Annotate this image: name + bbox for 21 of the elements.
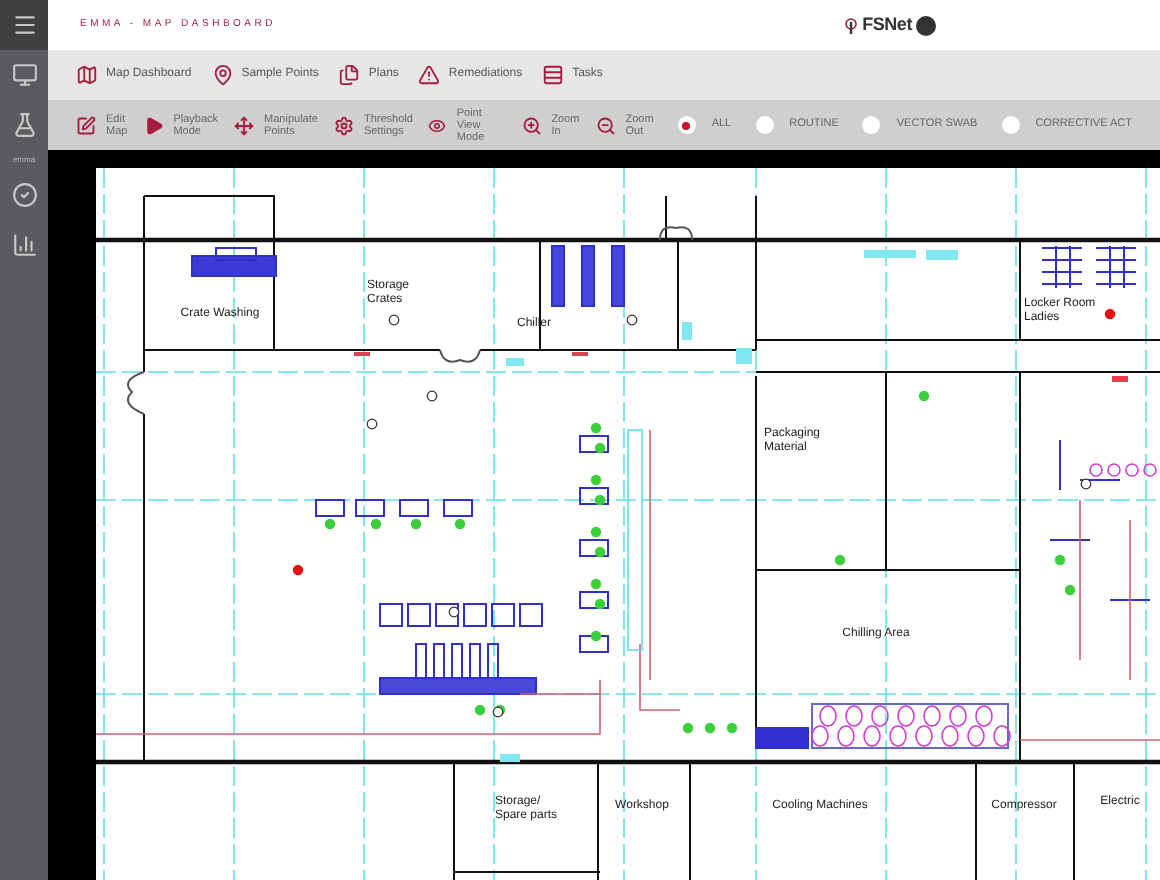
zoom-in-icon <box>521 115 542 135</box>
zoom-out-icon <box>595 115 616 135</box>
list-icon <box>542 64 565 86</box>
move-icon <box>234 115 255 135</box>
edit-icon <box>76 115 96 135</box>
logo-mark-icon <box>844 17 859 33</box>
monitor-icon <box>11 62 37 88</box>
menu-icon <box>11 12 37 38</box>
eye-icon <box>428 115 447 135</box>
map-icon <box>76 64 98 86</box>
flask-icon <box>11 112 37 138</box>
documents-icon <box>338 64 361 86</box>
pin-icon <box>211 64 234 86</box>
logo-badge-icon <box>916 15 936 35</box>
bar-chart-icon <box>11 232 37 258</box>
logo-text: FSNet <box>862 11 912 38</box>
sidebar-button[interactable] <box>0 0 48 50</box>
warning-icon <box>418 64 441 86</box>
settings-icon <box>333 115 354 135</box>
check-circle-icon <box>11 182 37 208</box>
play-icon <box>143 115 164 135</box>
